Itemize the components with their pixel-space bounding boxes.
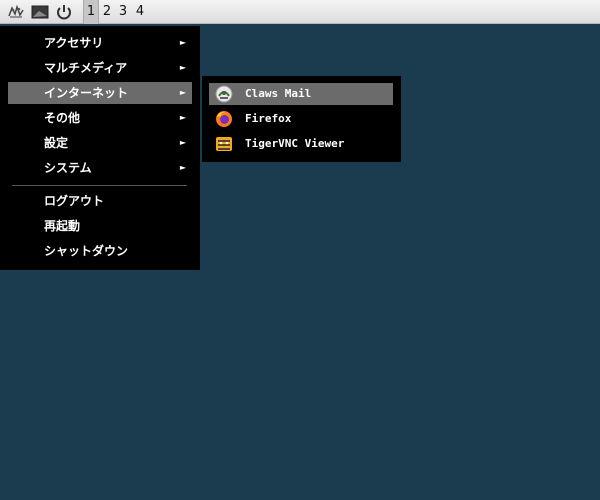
menu-item-reboot[interactable]: 再起動: [8, 215, 192, 237]
submenu-item-firefox[interactable]: Firefox: [209, 108, 393, 130]
menu-item-label: シャットダウン: [44, 244, 129, 258]
submenu-item-claws-mail[interactable]: Claws Mail: [209, 83, 393, 105]
menu-item-label: マルチメディア: [44, 61, 128, 75]
menu-item-label: 設定: [44, 136, 69, 150]
tigervnc-icon: [215, 135, 233, 153]
show-desktop-icon[interactable]: [31, 4, 49, 20]
menu-item-settings[interactable]: 設定 ►: [8, 132, 192, 154]
power-icon[interactable]: [55, 4, 73, 20]
menu-item-label: ログアウト: [44, 194, 105, 208]
submenu-arrow-icon: ►: [179, 88, 186, 97]
menu-item-shutdown[interactable]: シャットダウン: [8, 240, 192, 262]
firefox-icon: [215, 110, 233, 128]
workspace-4[interactable]: 4: [132, 0, 148, 24]
menu-item-label: システム: [44, 161, 92, 175]
internet-submenu: Claws Mail Firefox TigerVNC Viewer: [202, 76, 401, 162]
submenu-item-tigervnc[interactable]: TigerVNC Viewer: [209, 133, 393, 155]
menu-item-internet[interactable]: インターネット ►: [8, 82, 192, 104]
menu-item-label: その他: [44, 111, 81, 125]
menu-item-multimedia[interactable]: マルチメディア ►: [8, 57, 192, 79]
menu-item-logout[interactable]: ログアウト: [8, 190, 192, 212]
submenu-arrow-icon: ►: [179, 113, 186, 122]
menu-item-system[interactable]: システム ►: [8, 157, 192, 179]
menu-item-accessories[interactable]: アクセサリ ►: [8, 32, 192, 54]
submenu-arrow-icon: ►: [179, 138, 186, 147]
menu-item-label: インターネット: [44, 86, 129, 100]
taskbar: 1 2 3 4: [0, 0, 600, 24]
submenu-item-label: Claws Mail: [245, 87, 312, 100]
menu-item-other[interactable]: その他 ►: [8, 107, 192, 129]
submenu-arrow-icon: ►: [179, 163, 186, 172]
submenu-item-label: Firefox: [245, 112, 292, 125]
claws-mail-icon: [215, 85, 233, 103]
menu-item-label: 再起動: [44, 219, 81, 233]
workspace-1[interactable]: 1: [83, 0, 99, 24]
main-menu: アクセサリ ► マルチメディア ► インターネット ► その他 ► 設定 ► シ…: [0, 26, 200, 270]
submenu-arrow-icon: ►: [179, 38, 186, 47]
app-menu-icon[interactable]: [7, 4, 25, 20]
submenu-arrow-icon: ►: [179, 63, 186, 72]
menu-item-label: アクセサリ: [44, 36, 104, 50]
workspace-3[interactable]: 3: [115, 0, 131, 24]
workspace-2[interactable]: 2: [99, 0, 115, 24]
submenu-item-label: TigerVNC Viewer: [245, 137, 345, 150]
menu-separator: [12, 185, 187, 186]
